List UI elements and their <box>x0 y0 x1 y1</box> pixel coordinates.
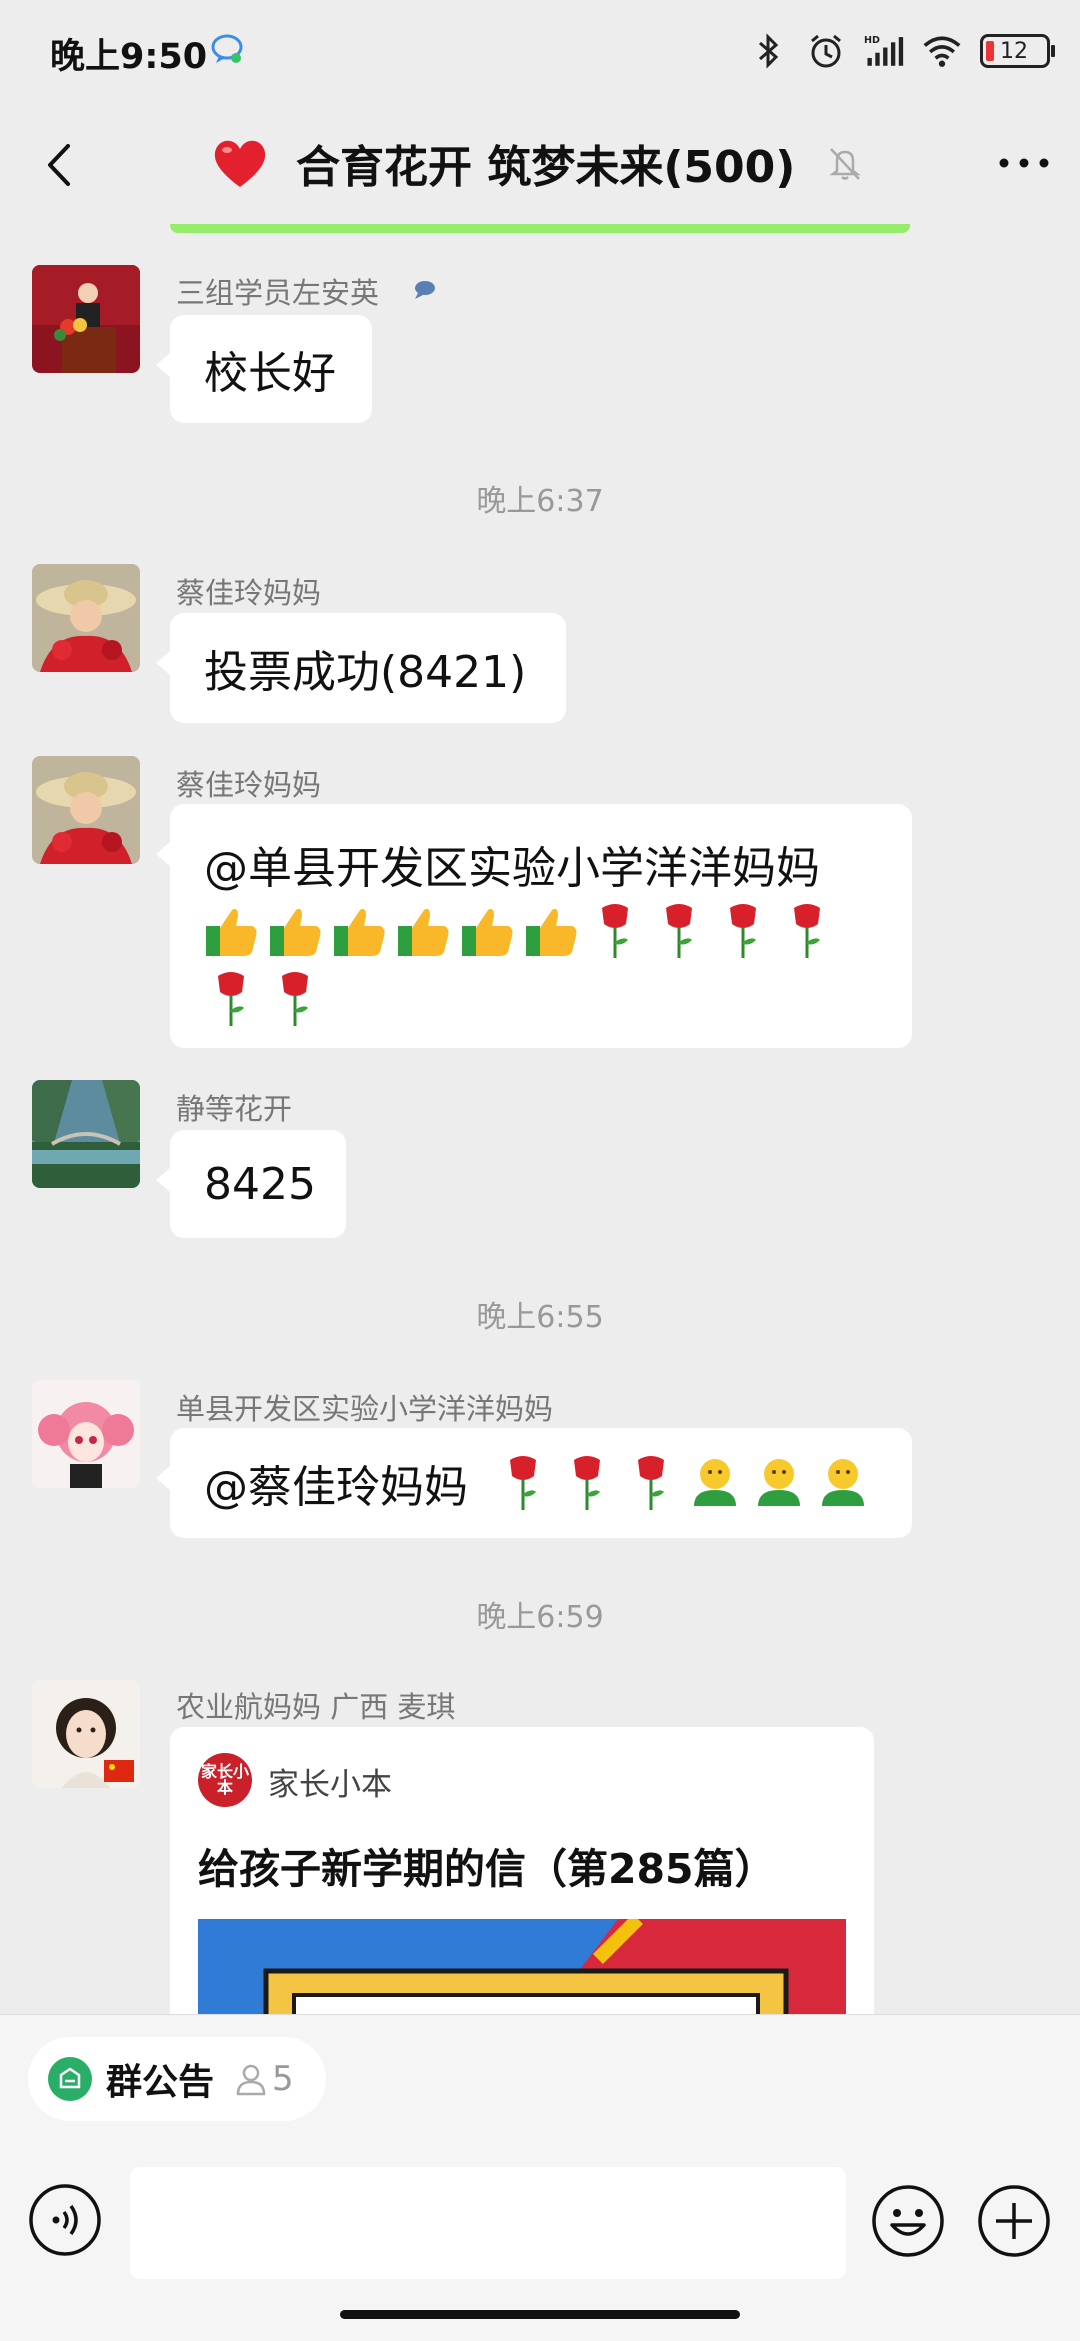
chat-bubble-icon <box>415 281 435 299</box>
message-bubble[interactable]: 投票成功(8421) <box>156 613 566 723</box>
alarm-icon <box>811 34 841 68</box>
card-title: 给孩子新学期的信（第285篇） <box>198 1845 776 1893</box>
message-text: 校长好 <box>204 348 336 399</box>
thumbs-up-icon <box>206 908 257 956</box>
message-text: 8425 <box>204 1158 316 1210</box>
rose-icon <box>602 904 628 958</box>
thumbs-up-icon <box>462 908 513 956</box>
battery-level: 12 <box>1000 38 1028 64</box>
thumbs-up-icon <box>270 908 321 956</box>
rose-icon <box>510 1456 536 1510</box>
card-source: 家长小本 <box>268 1767 392 1803</box>
card-thumbnail <box>198 1919 846 2027</box>
sender-name: 三组学员左安英 <box>176 276 380 310</box>
sender-name: 单县开发区实验小学洋洋妈妈 <box>176 1392 554 1426</box>
chat-notification-icon <box>211 34 243 63</box>
more-icon[interactable] <box>994 138 1054 188</box>
input-area: 群公告 5 <box>0 2014 1080 2341</box>
wifi-icon <box>923 36 961 67</box>
hug-icon <box>758 1459 800 1506</box>
message-bubble[interactable]: @蔡佳玲妈妈 <box>156 1428 912 1538</box>
chat-title-group[interactable]: 合育花开 筑梦未来(500) <box>210 128 865 198</box>
status-bar: 晚上9:50 HD 12 <box>0 0 1080 100</box>
sender-name: 农业航妈妈 广西 麦琪 <box>176 1690 456 1724</box>
rose-icon <box>794 904 820 958</box>
message-bubble[interactable]: @单县开发区实验小学洋洋妈妈 <box>156 804 912 1048</box>
card-logo: 家长小本 <box>198 1753 252 1807</box>
avatar[interactable] <box>32 756 140 864</box>
avatar[interactable] <box>32 1080 140 1188</box>
sender-name: 蔡佳玲妈妈 <box>176 768 322 802</box>
message-text: 投票成功(8421) <box>204 647 527 698</box>
hug-icon <box>822 1459 864 1506</box>
emoji-row <box>204 902 878 1028</box>
chat-header: 合育花开 筑梦未来(500) <box>0 100 1080 225</box>
voice-icon[interactable] <box>28 2183 102 2257</box>
message-bubble[interactable]: 8425 <box>156 1130 346 1238</box>
timestamp: 晚上6:55 <box>476 1300 604 1335</box>
rose-icon <box>666 904 692 958</box>
chat-title: 合育花开 筑梦未来(500) <box>296 142 796 193</box>
plus-icon[interactable] <box>976 2183 1052 2259</box>
heart-icon <box>214 140 266 187</box>
notice-count: 5 <box>272 2059 294 2099</box>
status-icons: HD 12 <box>748 28 1055 74</box>
svg-text:HD: HD <box>864 35 880 46</box>
hug-icon <box>694 1459 736 1506</box>
avatar[interactable] <box>32 564 140 672</box>
previous-message-edge <box>170 224 910 233</box>
link-card[interactable]: 家长小本 家长小本 给孩子新学期的信（第285篇） <box>170 1727 874 2027</box>
message-text: @单县开发区实验小学洋洋妈妈 <box>204 843 820 894</box>
battery-indicator: 12 <box>980 34 1055 68</box>
timestamp: 晚上6:59 <box>476 1600 604 1635</box>
rose-icon <box>218 972 244 1026</box>
bluetooth-icon <box>759 33 779 69</box>
avatar[interactable] <box>32 1380 140 1488</box>
rose-icon <box>574 1456 600 1510</box>
message-bubble[interactable]: 校长好 <box>156 315 372 423</box>
avatar[interactable] <box>32 265 140 373</box>
signal-icon: HD <box>864 35 904 66</box>
notice-label: 群公告 <box>106 2062 215 2103</box>
rose-icon <box>282 972 308 1026</box>
thumbs-up-icon <box>398 908 449 956</box>
sender-name: 静等花开 <box>176 1092 293 1126</box>
timestamp: 晚上6:37 <box>476 484 604 519</box>
message-text: @蔡佳玲妈妈 <box>204 1462 468 1513</box>
thumbs-up-icon <box>334 908 385 956</box>
rose-icon <box>730 904 756 958</box>
emoji-row <box>496 1454 870 1512</box>
rose-icon <box>638 1456 664 1510</box>
person-icon <box>236 2064 266 2096</box>
sender-name: 蔡佳玲妈妈 <box>176 576 322 610</box>
emoji-icon[interactable] <box>870 2183 946 2259</box>
group-notice-button[interactable]: 群公告 5 <box>28 2037 326 2121</box>
mute-bell-icon <box>829 148 862 180</box>
thumbs-up-icon <box>526 908 577 956</box>
avatar[interactable] <box>32 1680 140 1788</box>
back-arrow-icon[interactable] <box>28 130 98 200</box>
notice-icon <box>48 2057 92 2101</box>
status-time: 晚上9:50 <box>50 37 208 77</box>
message-input[interactable] <box>130 2167 846 2279</box>
home-indicator[interactable] <box>340 2310 740 2319</box>
